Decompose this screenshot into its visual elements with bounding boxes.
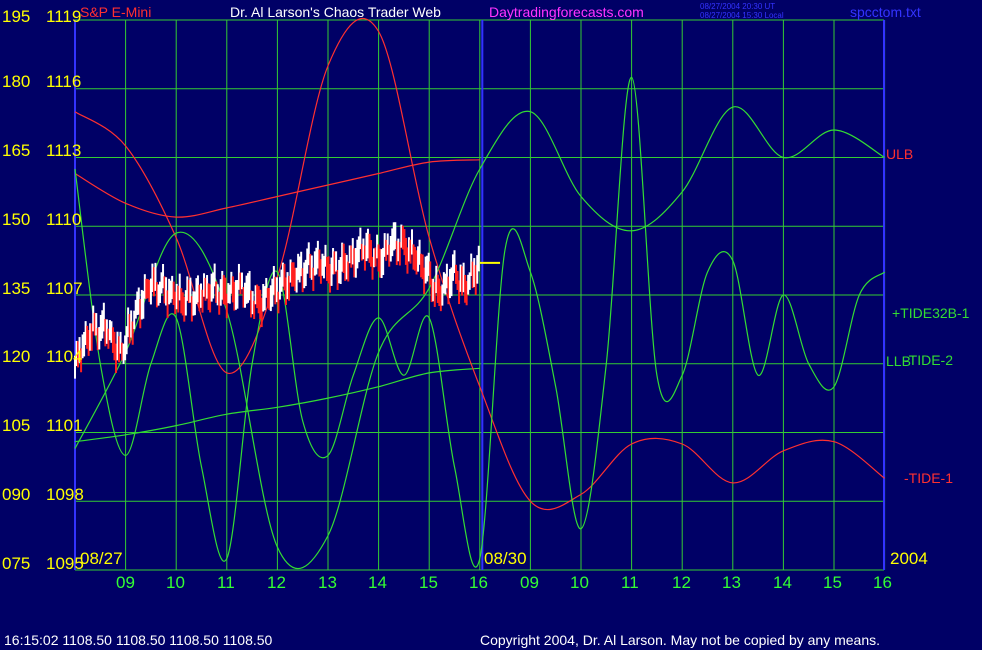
x-tick: 13: [722, 573, 741, 592]
y-tick-left: 120: [2, 347, 31, 366]
y-tick-left: 195: [2, 7, 31, 26]
y-tick-price: 1116: [46, 72, 82, 91]
last-quote: 16:15:02 1108.50 1108.50 1108.50 1108.50: [4, 632, 273, 648]
date-label-year: 2004: [890, 549, 928, 568]
x-tick: 13: [318, 573, 337, 592]
y-tick-price: 1101: [46, 416, 83, 435]
x-tick: 10: [570, 573, 589, 592]
y-tick-price: 1119: [46, 7, 82, 26]
series-label-tide32b: +TIDE32B-1: [892, 305, 970, 321]
data-file-label: spcctom.txt: [850, 4, 921, 20]
instrument-label: S&P E-Mini: [80, 4, 152, 20]
y-tick-left: 090: [2, 485, 31, 504]
x-tick: 09: [520, 573, 539, 592]
y-tick-left: 135: [2, 279, 31, 298]
x-tick: 16: [873, 573, 892, 592]
y-tick-left: 180: [2, 72, 31, 91]
x-tick: 15: [823, 573, 842, 592]
y-tick-left: 105: [2, 416, 31, 435]
date-label-mid: 08/30: [484, 549, 527, 568]
site-link[interactable]: Daytradingforecasts.com: [489, 5, 644, 19]
y-tick-left: 150: [2, 210, 31, 229]
series-label-tide2: -TIDE-2: [904, 352, 953, 368]
y-tick-left: 075: [2, 554, 31, 573]
price-bars: [74, 222, 501, 379]
date-label-start: 08/27: [80, 549, 123, 568]
timestamp-ut: 08/27/2004 20:30 UT: [700, 2, 776, 11]
x-tick: 16: [469, 573, 488, 592]
x-tick: 12: [267, 573, 286, 592]
y-tick-price: 1095: [46, 554, 84, 573]
y-tick-left: 165: [2, 141, 31, 160]
y-tick-price: 1098: [46, 485, 84, 504]
x-tick: 11: [621, 573, 639, 592]
x-tick: 14: [368, 573, 387, 592]
x-tick: 12: [672, 573, 691, 592]
copyright-notice: Copyright 2004, Dr. Al Larson. May not b…: [480, 632, 881, 648]
x-tick: 15: [419, 573, 438, 592]
series-label-tide1: -TIDE-1: [904, 470, 953, 486]
x-tick: 10: [166, 573, 185, 592]
timestamp-local: 08/27/2004 15:30 Local: [700, 11, 784, 20]
y-tick-price: 1104: [46, 347, 83, 366]
x-tick: 09: [116, 573, 135, 592]
y-tick-price: 1107: [46, 279, 83, 298]
series-label-ulb: ULB: [886, 146, 914, 162]
chart-title: Dr. Al Larson's Chaos Trader Web: [230, 4, 441, 20]
x-tick: 11: [217, 573, 235, 592]
y-tick-price: 1113: [46, 141, 82, 160]
x-tick: 14: [773, 573, 792, 592]
y-tick-price: 1110: [46, 210, 82, 229]
